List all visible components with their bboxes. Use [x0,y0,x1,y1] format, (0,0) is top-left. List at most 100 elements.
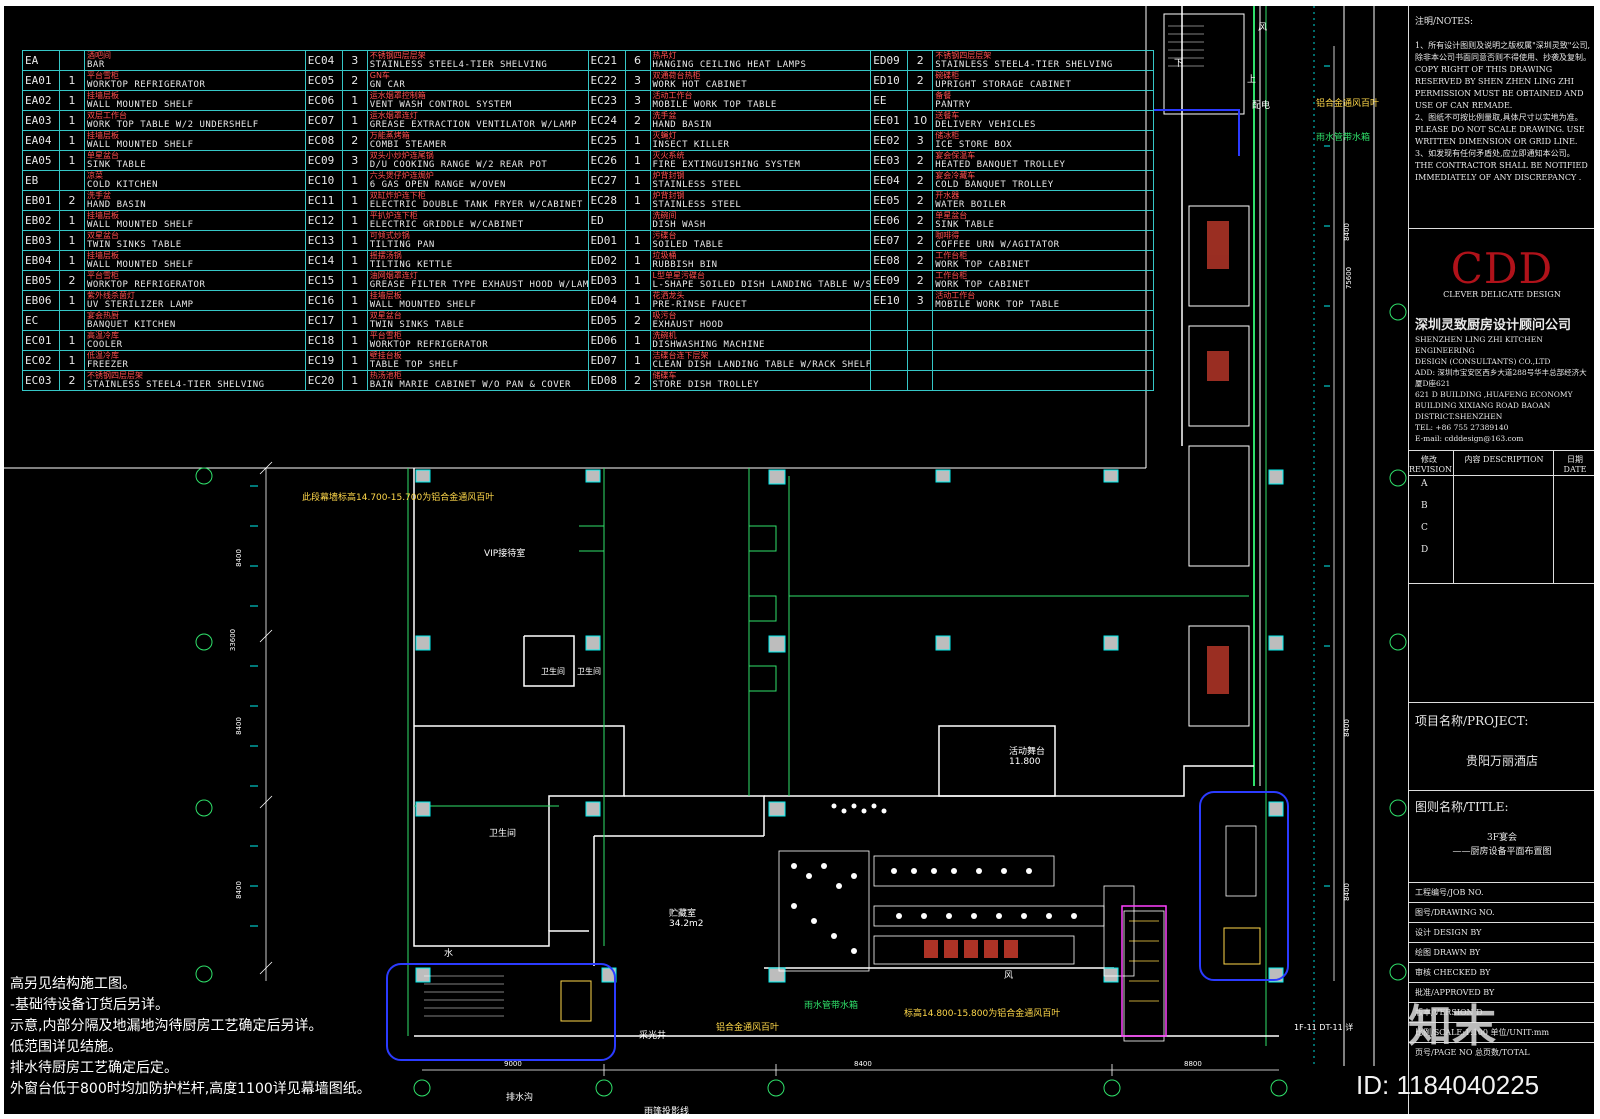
legend-qty: 1 [59,210,85,231]
label-louver-right: 铝合金通风百叶 [1316,99,1380,109]
legend-qty: 2 [907,150,934,171]
legend-qty: 2 [907,170,934,191]
legend-description: 储冰柜 ICE STORE BOX [932,130,1154,151]
legend-qty [907,90,934,111]
legend-row: EA05 1 单星盆台 SINK TABLE EC09 3 双头小炒炉连尾锅 D/U COOK… [22,150,1154,171]
legend-description: 污碟台 SOILED TABLE [649,230,872,251]
legend-description: 活动工作台 MOBILE WORK TOP TABLE [932,290,1154,311]
legend-code: EE05 [870,190,909,211]
legend-description: 工作台柜 WORK TOP CABINET [932,270,1154,291]
legend-description: 垃圾桶 RUBBISH BIN [649,250,872,271]
legend-qty: 3 [907,130,934,151]
legend-code [870,350,909,371]
legend-code: EC21 [587,50,626,71]
note-line: COPY RIGHT OF THIS DRAWING RESERVED BY S… [1415,65,1584,110]
legend-name-cn: 凉菜 [87,171,103,181]
legend-description: 单星盆台 SINK TABLE [932,210,1154,231]
note-line: 2、图纸不可按比例量取,具体尺寸以实地为准。 [1415,113,1583,122]
legend-name-en: CLEAN DISH LANDING TABLE W/RACK SHELF [652,360,871,370]
label-axis-ref: 1F-11 DT-11 详 [1294,1023,1354,1032]
legend-name-en: HANGING CEILING HEAT LAMPS [652,60,807,70]
legend-name-cn: 摇摆汤锅 [369,251,402,261]
legend-name-en: DISHWASHING MACHINE [652,340,765,350]
legend-code: EC28 [587,190,626,211]
dim-bottom-1: 9000 [504,1060,522,1068]
legend-qty: 2 [59,270,85,291]
legend-code: EC14 [304,250,343,271]
legend-qty: 1 [59,90,85,111]
legend-name-cn: 吸污台 [652,311,677,321]
legend-qty [624,210,651,231]
company-tagline: CLEVER DELICATE DESIGN [1443,290,1561,299]
legend-description: 平台雪柜 WORKTOP REFRIGERATOR [84,70,306,91]
legend-qty: 1 [624,290,651,311]
legend-description: 咖啡得 COFFEE URN W/AGITATOR [932,230,1154,251]
legend-code: EC23 [587,90,626,111]
legend-description: 紫外线杀菌灯 UV STERILIZER LAMP [84,290,306,311]
company-info-line: ADD: 深圳市宝安区西乡大道288号华丰总部经济大厦D座621 [1415,368,1587,388]
legend-name-en: 6 GAS OPEN RANGE W/OVEN [369,180,506,190]
tb-row-job: 工程编号/JOB NO. [1409,882,1594,902]
legend-code: EB [22,170,60,191]
legend-qty: 3 [341,50,368,71]
legend-name-en: RUBBISH BIN [652,260,718,270]
legend-qty: 1 [59,150,85,171]
legend-name-en: STAINLESS STEEL4-TIER SHELVING [935,60,1113,70]
legend-code: EE06 [870,210,909,231]
legend-description: 吸污台 EXHAUST HOOD [649,310,872,331]
legend-name-cn: 挂墙层板 [369,291,402,301]
legend-qty: 2 [907,190,934,211]
legend-row: EB06 1 紫外线杀菌灯 UV STERILIZER LAMP EC16 1 挂墙层板 WA… [22,290,1154,311]
legend-name-cn: 挂墙层板 [87,91,119,101]
legend-qty: 1 [341,290,368,311]
legend-code: EA01 [22,70,60,91]
legend-name-en: HAND BASIN [652,120,712,130]
legend-code: EC15 [304,270,343,291]
label-louver-top: 此段幕墙标高14.700-15.700为铝合金通风百叶 [302,493,495,503]
legend-description: GN车 GN CAR [366,70,589,91]
legend-qty: 1 [624,130,651,151]
legend-name-en: TWIN SINKS TABLE [369,320,465,330]
legend-qty [907,310,934,331]
legend-name-en: WORKTOP REFRIGERATOR [87,280,206,290]
legend-qty: 3 [907,290,934,311]
legend-name-en: WORKTOP REFRIGERATOR [87,80,206,90]
legend-description: 双通荷台热柜 WORK HOT CABINET [649,70,872,91]
legend-qty: 1 [341,210,368,231]
legend-name-en: ELECTRIC DOUBLE TANK FRYER W/CABINET [369,200,583,210]
legend-code: EB05 [22,270,60,291]
company-info-line: DISTRICT.SHENZHEN [1415,412,1503,421]
legend-description: 备餐 PANTRY [932,90,1154,111]
label-louver-mid: 铝合金通风百叶 [716,1023,780,1033]
legend-name-cn: 平台雪柜 [87,71,119,81]
legend-qty: 1 [59,110,85,131]
plan-note: 高另见结构施工图。 [10,976,136,992]
legend-qty: 10 [907,110,934,131]
legend-name-cn: 挂墙层板 [87,251,119,261]
watermark-logo: 知末 [1408,1001,1496,1052]
legend-name-en: UPRIGHT STORAGE CABINET [935,80,1072,90]
legend-name-en: COLD BANQUET TROLLEY [935,180,1054,190]
legend-qty [59,310,85,331]
title-label: 图则名称/TITLE: [1415,800,1509,814]
revision-row: B [1421,501,1428,511]
legend-name-cn: 洗碗间 [652,211,677,221]
legend-name-en: PANTRY [935,100,971,110]
legend-name-cn: 碗碟柜 [935,71,960,81]
legend-description: 单星盆台 SINK TABLE [84,150,306,171]
legend-code [870,330,909,351]
legend-code: EC16 [304,290,343,311]
legend-description: 不锈钢四层层架 STAINLESS STEEL4-TIER SHELVING [366,50,589,71]
legend-name-en: TILTING PAN [369,240,435,250]
legend-description: 灭蝇灯 INSECT KILLER [649,130,872,151]
legend-name-cn: 不锈钢四层层架 [369,51,426,61]
label-vip-room: VIP接待室 [484,549,526,559]
legend-code: ED06 [587,330,626,351]
legend-description: 洗碗间 DISH WASH [649,210,872,231]
legend-qty: 1 [341,270,368,291]
equipment-legend-table: EA 酒吧间 BAR EC04 3 不锈钢四层层架 STAINLESS STEEL4-TIE… [22,50,1154,391]
legend-code: EA04 [22,130,60,151]
legend-name-cn: 活动工作台 [652,91,693,101]
legend-qty: 3 [624,90,651,111]
legend-name-cn: 洗手盆 [652,111,677,121]
